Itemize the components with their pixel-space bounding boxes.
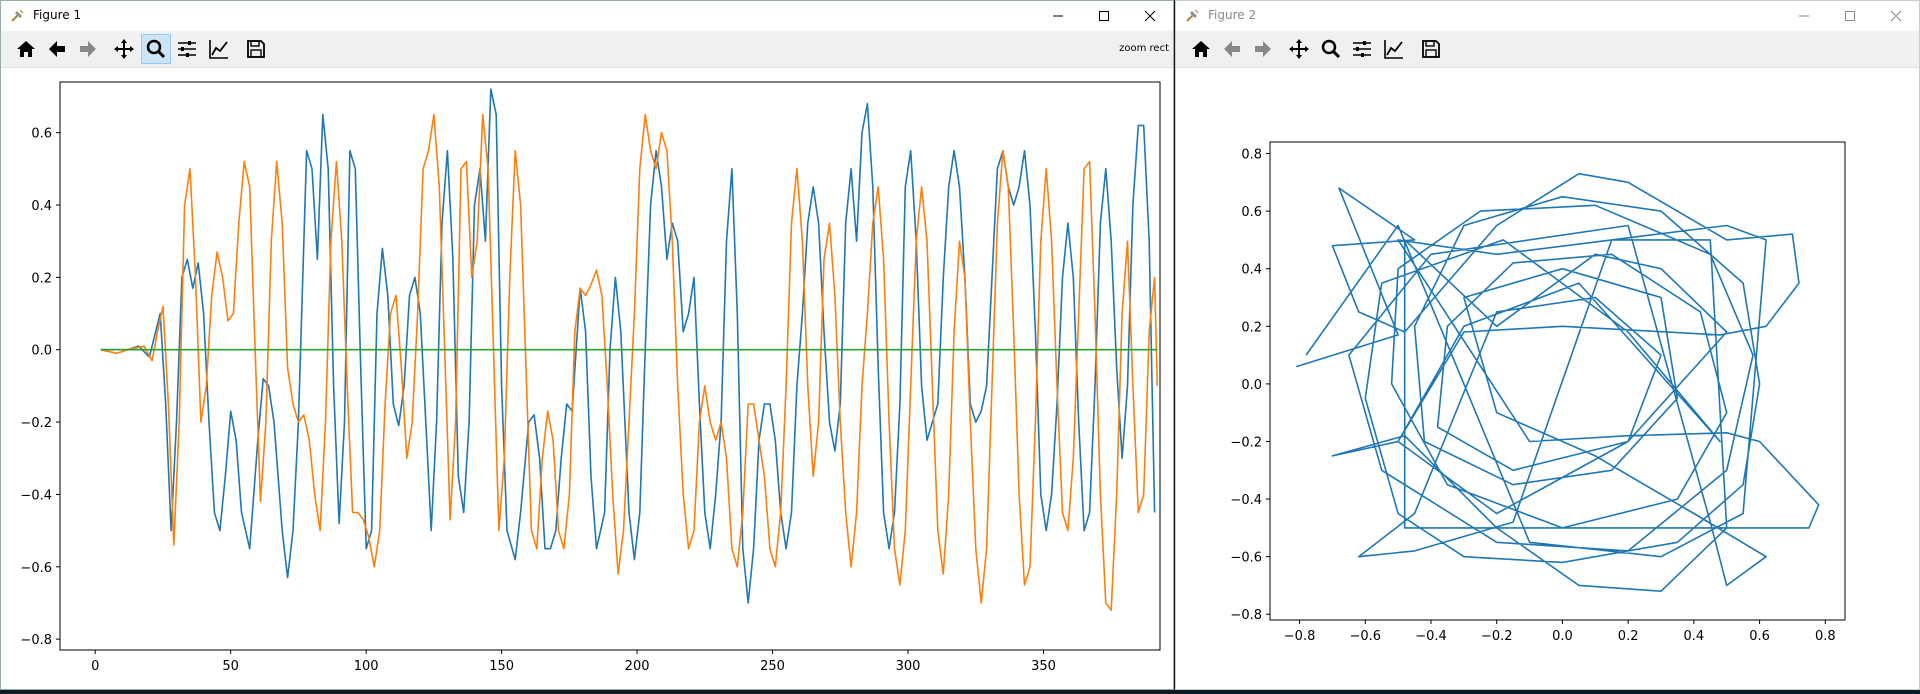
back-arrow-icon (49, 41, 65, 57)
figure1-canvas[interactable]: 0 50 100 150 200 250 300 350 −0.8 −0.6 −0.4 −0.2 0.0… (1, 68, 1173, 689)
x-tick-label: 100 (354, 659, 379, 674)
x-tick-label: 200 (625, 659, 650, 674)
maximize-icon (1099, 11, 1109, 21)
taskbar (0, 690, 1920, 694)
y-tick-label: −0.6 (1230, 551, 1262, 566)
figure1-titlebar[interactable]: Figure 1 (1, 1, 1173, 31)
figure2-toolbar (1176, 31, 1919, 68)
configure-subplots-icon (1353, 41, 1371, 57)
home-button[interactable] (1186, 34, 1216, 64)
maximize-button[interactable] (1827, 1, 1873, 31)
zoom-button[interactable] (1316, 34, 1346, 64)
x-tick-label: −0.4 (1415, 629, 1447, 644)
close-icon (1144, 10, 1156, 22)
pan-button[interactable] (109, 34, 139, 64)
y-tick-label: −0.8 (20, 633, 52, 648)
figure2-window: Figure 2 −0.8 −0.6 −0.4 −0.2 0.0 0.2 0.4… (1175, 0, 1920, 690)
x-tick-label: 150 (489, 659, 514, 674)
edit-axis-icon (1384, 40, 1403, 59)
home-icon (1192, 41, 1210, 57)
save-floppy-icon (1422, 40, 1440, 58)
x-tick-label: 0.0 (1552, 629, 1573, 644)
edit-axis-button[interactable] (204, 34, 234, 64)
figure2-titlebar[interactable]: Figure 2 (1176, 1, 1919, 31)
x-tick-label: −0.2 (1481, 629, 1513, 644)
save-button[interactable] (1416, 34, 1446, 64)
zoom-magnifier-icon (1321, 39, 1341, 59)
series-line-0 (1296, 172, 1820, 593)
x-tick-label: 350 (1031, 659, 1056, 674)
y-tick-label: 0.8 (1241, 148, 1262, 163)
forward-button[interactable] (73, 34, 103, 64)
y-tick-label: −0.8 (1230, 608, 1262, 623)
zoom-magnifier-icon (146, 39, 166, 59)
y-tick-label: 0.2 (1241, 320, 1262, 335)
x-tick-label: 50 (222, 659, 239, 674)
y-tick-label: 0.4 (1241, 263, 1262, 278)
close-icon (1890, 10, 1902, 22)
x-tick-label: 0 (91, 659, 99, 674)
y-tick-label: −0.6 (20, 561, 52, 576)
back-arrow-icon (1224, 41, 1240, 57)
x-tick-label: 0.2 (1618, 629, 1639, 644)
x-tick-label: 0.6 (1749, 629, 1770, 644)
y-tick-label: −0.4 (20, 488, 52, 503)
close-button[interactable] (1127, 1, 1173, 31)
maximize-icon (1845, 11, 1855, 21)
home-button[interactable] (11, 34, 41, 64)
zoom-button[interactable] (141, 34, 171, 64)
close-button[interactable] (1873, 1, 1919, 31)
figure1-title: Figure 1 (33, 8, 82, 22)
minimize-button[interactable] (1781, 1, 1827, 31)
back-button[interactable] (1217, 34, 1247, 64)
y-tick-label: 0.2 (31, 271, 52, 286)
save-button[interactable] (241, 34, 271, 64)
y-tick-label: 0.6 (31, 127, 52, 142)
x-tick-label: 0.4 (1684, 629, 1705, 644)
minimize-icon (1799, 15, 1809, 17)
edit-axis-icon (209, 40, 228, 59)
y-tick-label: −0.2 (1230, 435, 1262, 450)
series-line-0 (100, 88, 1156, 604)
y-tick-label: 0.0 (31, 344, 52, 359)
save-floppy-icon (247, 40, 265, 58)
pan-move-icon (1289, 39, 1309, 59)
x-tick-label: −0.6 (1349, 629, 1381, 644)
minimize-icon (1053, 15, 1063, 17)
toolbar-mode-text: zoom rect (1119, 43, 1169, 54)
forward-arrow-icon (1255, 41, 1271, 57)
pan-move-icon (114, 39, 134, 59)
x-tick-label: 0.8 (1815, 629, 1836, 644)
matplotlib-app-icon (11, 9, 24, 22)
x-tick-label: 300 (896, 659, 921, 674)
home-icon (17, 41, 35, 57)
figure2-canvas[interactable]: −0.8 −0.6 −0.4 −0.2 0.0 0.2 0.4 0.6 0.8 −0.8 −0.6 −… (1176, 68, 1919, 689)
y-tick-label: −0.4 (1230, 493, 1262, 508)
y-tick-label: 0.4 (31, 199, 52, 214)
configure-subplots-button[interactable] (1347, 34, 1377, 64)
figure1-toolbar: zoom rect (1, 31, 1173, 68)
matplotlib-app-icon (1186, 9, 1199, 22)
maximize-button[interactable] (1081, 1, 1127, 31)
forward-button[interactable] (1248, 34, 1278, 64)
x-tick-label: 250 (760, 659, 785, 674)
figure1-window: Figure 1 zoom rect 0 50 100 150 200 250 … (0, 0, 1174, 690)
minimize-button[interactable] (1035, 1, 1081, 31)
y-tick-label: 0.6 (1241, 205, 1262, 220)
x-tick-label: −0.8 (1284, 629, 1316, 644)
edit-axis-button[interactable] (1379, 34, 1409, 64)
time-series-chart[interactable]: 0 50 100 150 200 250 300 350 −0.8 −0.6 −0.4 −0.2 0.0… (1, 68, 1173, 689)
pan-button[interactable] (1284, 34, 1314, 64)
phase-plot-chart[interactable]: −0.8 −0.6 −0.4 −0.2 0.0 0.2 0.4 0.6 0.8 −0.8 −0.6 −… (1176, 68, 1919, 689)
series-line-1 (100, 113, 1159, 612)
y-tick-label: 0.0 (1241, 378, 1262, 393)
forward-arrow-icon (80, 41, 96, 57)
figure2-title: Figure 2 (1208, 8, 1257, 22)
configure-subplots-icon (178, 41, 196, 57)
y-tick-label: −0.2 (20, 416, 52, 431)
configure-subplots-button[interactable] (172, 34, 202, 64)
back-button[interactable] (42, 34, 72, 64)
